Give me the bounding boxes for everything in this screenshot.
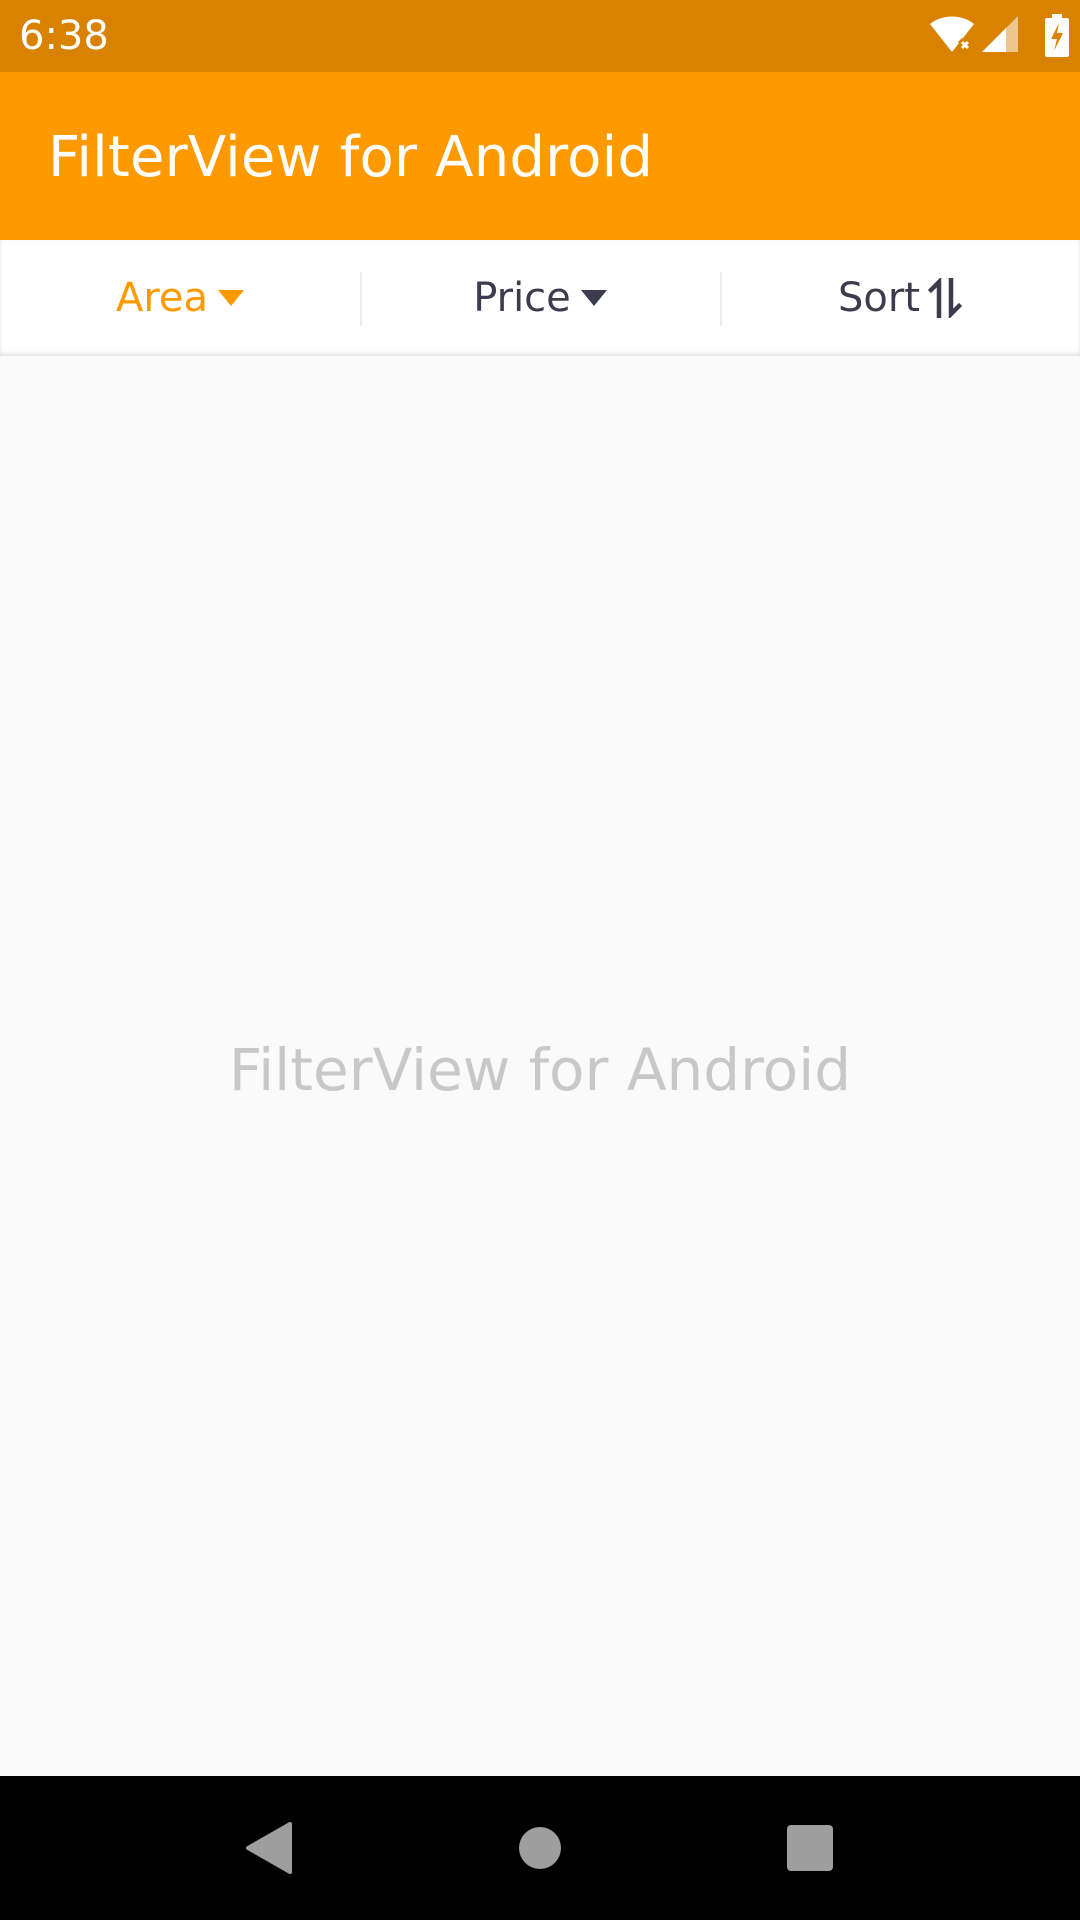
filter-sort-tab[interactable]: Sort: [720, 240, 1080, 356]
filter-area-label: Area: [115, 275, 209, 321]
status-bar: 6:38: [0, 0, 1080, 72]
signal-icon: [982, 16, 1018, 52]
recents-button[interactable]: [738, 1776, 882, 1920]
app-bar: FilterView for Android: [0, 72, 1080, 240]
filter-bar: Area Price Sort: [0, 240, 1080, 356]
content-area: FilterView for Android: [0, 356, 1080, 1776]
wifi-off-icon: [930, 16, 974, 53]
app-title: FilterView for Android: [48, 125, 654, 190]
home-icon: [519, 1827, 561, 1869]
navigation-bar: [0, 1776, 1080, 1920]
caret-down-icon: [580, 290, 607, 306]
sort-icon: [928, 278, 962, 318]
caret-down-icon: [218, 290, 245, 306]
filter-area-tab[interactable]: Area: [0, 240, 360, 356]
battery-charging-icon: [1045, 14, 1069, 57]
placeholder-text: FilterView for Android: [228, 1036, 852, 1104]
filter-price-tab[interactable]: Price: [360, 240, 720, 356]
status-time: 6:38: [19, 13, 109, 59]
back-button[interactable]: [196, 1776, 340, 1920]
filter-price-label: Price: [473, 275, 571, 321]
home-button[interactable]: [468, 1776, 612, 1920]
recents-icon: [787, 1825, 833, 1871]
back-icon: [246, 1822, 292, 1874]
filter-sort-label: Sort: [838, 275, 920, 321]
